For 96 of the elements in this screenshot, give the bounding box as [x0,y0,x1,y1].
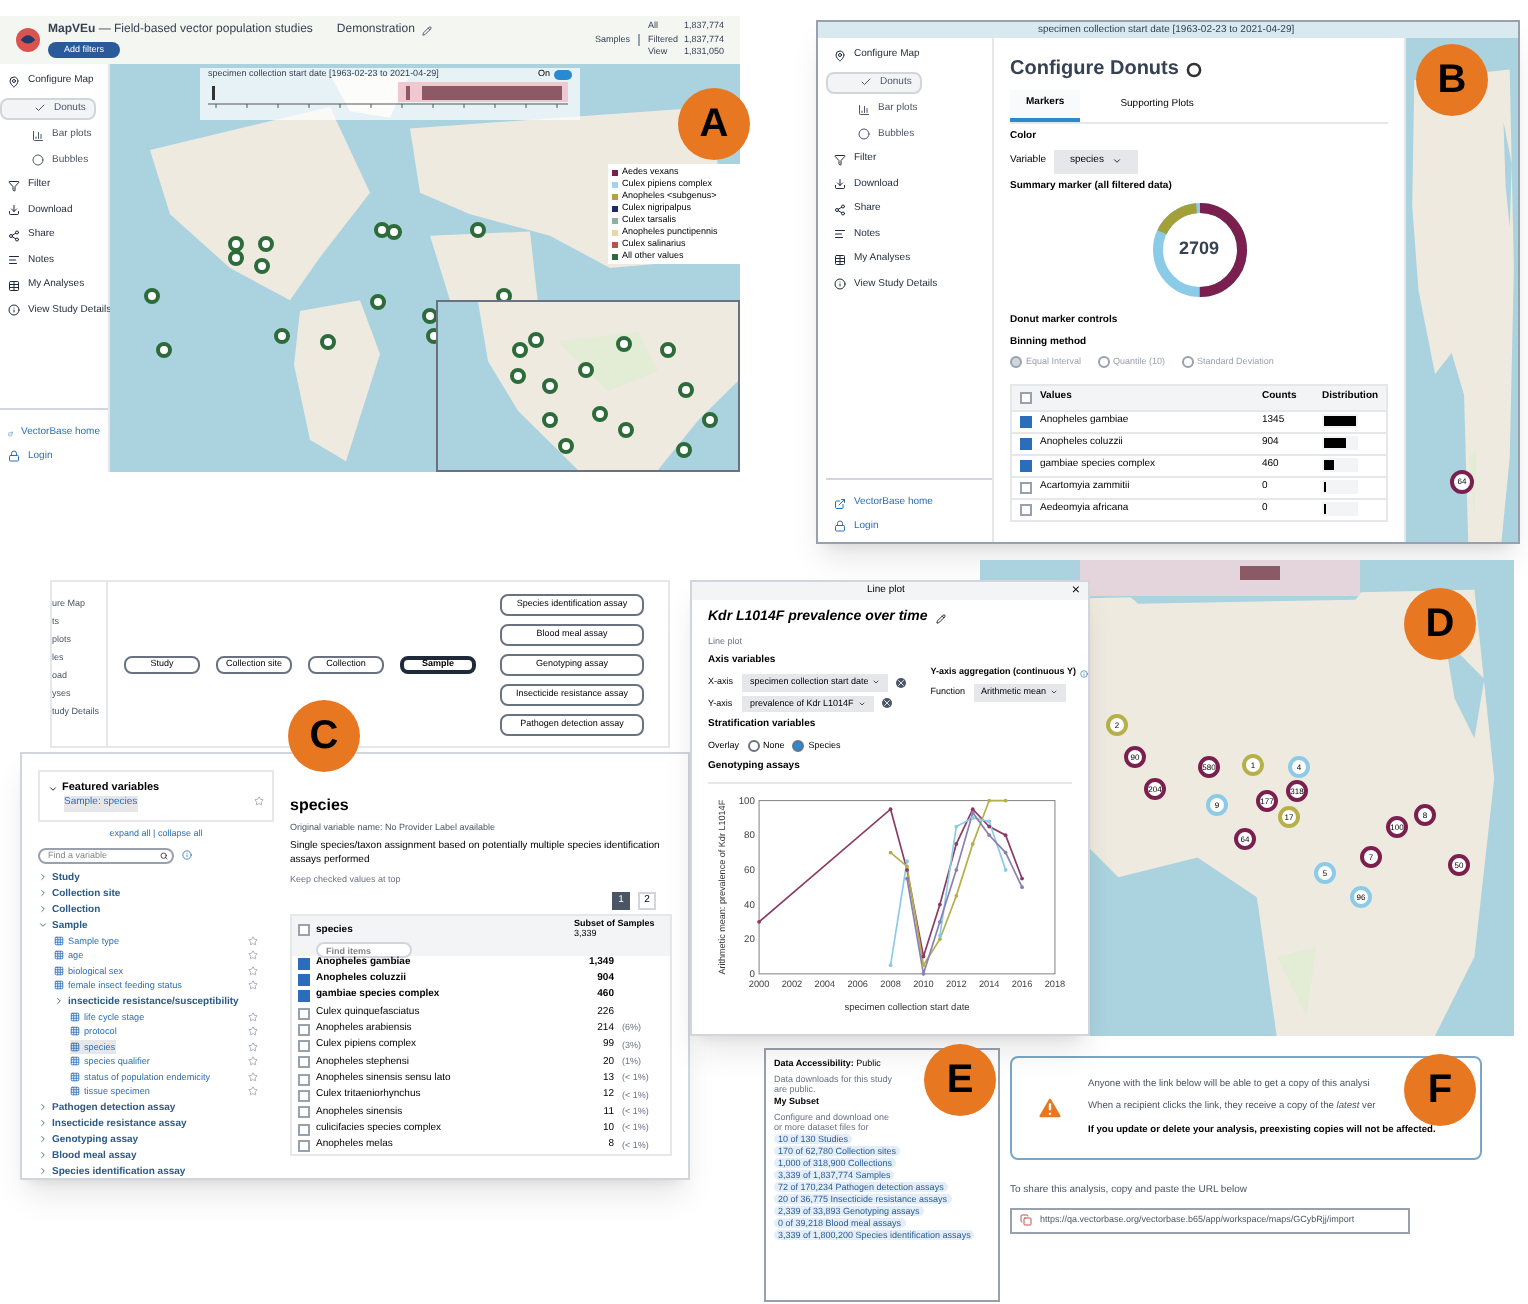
variable-icon [54,980,64,991]
data-point [954,824,959,829]
checkbox[interactable] [298,1007,310,1020]
star-icon [248,935,258,946]
data-point [954,893,959,898]
checkbox[interactable] [298,1056,310,1069]
star-icon [248,1071,258,1082]
info-icon [1079,669,1088,678]
variable-icon [70,1041,80,1052]
sidebar-icon [8,204,20,217]
star-icon [254,796,264,807]
star-icon [248,1056,258,1067]
data-point [1003,850,1008,855]
sidebar-icon [834,278,846,291]
sidebar-icon [834,153,846,166]
donut-chart-drawing [1149,200,1249,300]
sidebar-icon [8,279,20,292]
star-icon [248,1011,258,1022]
checkbox[interactable] [298,1023,310,1036]
data-point [1003,833,1008,838]
lock-icon [834,520,846,533]
data-point [888,807,893,812]
sidebar-icon [834,253,846,266]
star-icon [248,965,258,976]
caret-icon [48,783,58,794]
sidebar-icon [34,102,46,115]
external-link-icon [8,427,14,440]
checkbox[interactable] [298,1090,310,1103]
data-point [1003,798,1008,803]
data-point [888,850,893,855]
variable-icon [70,1071,80,1082]
data-point [987,833,992,838]
checkbox[interactable] [298,957,310,970]
sidebar-icon [834,178,846,191]
copy-icon [1020,1214,1032,1226]
checkbox[interactable] [298,923,310,935]
checkbox[interactable] [1020,481,1032,494]
variable-icon [54,935,64,946]
warning-icon [1036,1094,1064,1122]
sidebar-icon [8,254,20,267]
variable-title: species [290,794,351,818]
edit-icon [422,25,433,36]
checkbox[interactable] [298,1073,310,1086]
variable-icon [70,1056,80,1067]
variable-icon [54,965,64,976]
lock-icon [8,450,20,463]
panel-title: Configure Donuts [1010,56,1179,84]
star-icon [248,1086,258,1097]
sidebar-icon [834,203,846,216]
checkbox[interactable] [298,1106,310,1119]
sidebar-icon [858,128,870,141]
variable-icon [54,950,64,961]
data-point [921,954,926,959]
variable-icon [70,1026,80,1037]
sidebar-icon [32,154,44,167]
search-icon [160,851,168,859]
clear-icon [896,677,907,688]
data-point [987,798,992,803]
star-icon [248,980,258,991]
chevron-icon [54,996,64,1006]
info-icon [182,850,192,860]
checkbox[interactable] [1020,391,1032,404]
data-point [888,963,893,968]
variable-icon [70,1011,80,1022]
sidebar-icon [8,304,20,317]
star-icon [248,950,258,961]
sidebar-icon [834,49,846,62]
checkbox[interactable] [298,1139,310,1152]
donut-total: 2709 [1178,236,1220,263]
star-icon [248,1026,258,1037]
checkbox[interactable] [1020,459,1032,472]
sidebar-icon [834,228,846,241]
sidebar-icon [32,129,44,142]
checkbox[interactable] [298,973,310,986]
checkbox[interactable] [1020,415,1032,428]
sidebar-icon [8,179,20,192]
panel-label: F [1404,1054,1476,1126]
sidebar-icon [858,103,870,116]
sidebar-icon [8,75,20,88]
data-point [921,971,926,976]
variable-icon [70,1086,80,1097]
logo-icon [16,28,40,52]
clear-icon [881,698,892,709]
caret-icon [1111,156,1122,167]
checkbox[interactable] [298,990,310,1003]
data-point [921,963,926,968]
donut-icon [1186,61,1203,77]
checkbox[interactable] [1020,437,1032,450]
edit-icon [935,613,946,624]
external-link-icon [834,497,846,510]
sidebar-icon [860,76,872,89]
checkbox[interactable] [298,1123,310,1136]
checkbox[interactable] [1020,503,1032,516]
checkbox[interactable] [298,1040,310,1053]
star-icon [248,1041,258,1052]
sidebar-icon [8,229,20,242]
